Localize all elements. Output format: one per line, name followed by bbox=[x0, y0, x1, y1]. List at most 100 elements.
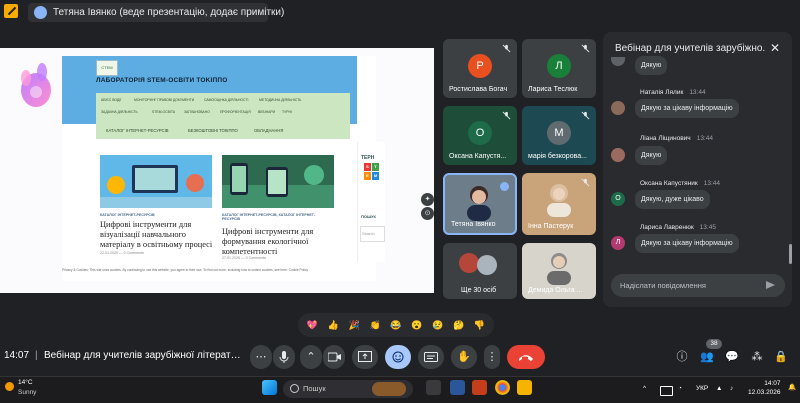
reaction-surprised-icon[interactable]: 😮 bbox=[410, 318, 424, 332]
present-screen-icon bbox=[358, 351, 372, 362]
nav-item[interactable]: АБІЄС ВОДІЇ bbox=[101, 98, 121, 102]
language-indicator[interactable]: УКР bbox=[696, 385, 708, 392]
nav-item[interactable]: БЕЗКОШТОВНІ ТОКІППО bbox=[188, 128, 238, 133]
nav-item[interactable]: МОНІТОРИНГ ПРАВОВІ ДОКУМЕНТИ bbox=[134, 98, 194, 102]
chat-icon[interactable]: 💬 bbox=[725, 350, 739, 364]
participant-tile[interactable]: О Оксана Капустя... bbox=[443, 106, 517, 165]
nav-item[interactable]: ЗАДАЧНА ДІЯЛЬНІСТЬ bbox=[101, 110, 138, 114]
card-meta: 22.01.2026 — 0 Comments bbox=[100, 251, 144, 255]
nav-item[interactable]: ВЕБІНАРИ bbox=[258, 110, 275, 114]
presentation-icon[interactable] bbox=[4, 4, 18, 18]
captions-button[interactable] bbox=[418, 345, 444, 369]
volume-icon[interactable]: ♪ bbox=[730, 385, 733, 392]
microphone-button[interactable] bbox=[273, 345, 295, 369]
chevron-up-icon[interactable]: ⌃ bbox=[300, 345, 322, 369]
reaction-sad-icon[interactable]: 😢 bbox=[431, 318, 445, 332]
taskbar-clock[interactable]: 14:07 12.03.2026 bbox=[748, 379, 781, 397]
reaction-laugh-icon[interactable]: 😂 bbox=[389, 318, 403, 332]
site-logo: СТЕМ bbox=[96, 60, 118, 76]
present-button[interactable] bbox=[352, 345, 378, 369]
more-controls-button[interactable]: ⋯ bbox=[250, 345, 272, 369]
send-icon[interactable] bbox=[766, 281, 775, 289]
nav-item[interactable]: ТУРНІ bbox=[282, 110, 292, 114]
participant-name: Інна Пастерук bbox=[528, 223, 574, 230]
nav-item[interactable]: ПРОФОРІЄНТАЦІЯ bbox=[220, 110, 251, 114]
chat-message-input[interactable]: Надіслати повідомлення bbox=[611, 274, 785, 297]
chat-message: Дякую, дуже цікаво bbox=[635, 190, 710, 209]
notifications-icon[interactable]: 🔔 bbox=[788, 383, 796, 391]
nav-item[interactable]: САМООЦІНКА ДІЯЛЬНОСТІ bbox=[204, 98, 248, 102]
participant-tile[interactable]: Демида Ольга ... bbox=[522, 243, 596, 299]
more-participants-tile[interactable]: Ще 30 осіб bbox=[443, 243, 517, 299]
site-search-input[interactable]: Search bbox=[360, 226, 385, 242]
chat-author-name: Наталія Лялик bbox=[640, 89, 684, 96]
task-view-icon[interactable] bbox=[426, 380, 441, 395]
wifi-signal-icon[interactable]: ▲ bbox=[716, 385, 722, 392]
reaction-thinking-icon[interactable]: 🤔 bbox=[452, 318, 466, 332]
nav-item[interactable]: МЕТОДИЧНА ДІЯЛЬНІСТЬ bbox=[259, 98, 301, 102]
chat-time: 13:44 bbox=[696, 135, 713, 142]
people-icon[interactable]: 👥 bbox=[700, 350, 714, 364]
reaction-thumbs-down-icon[interactable]: 👎 bbox=[472, 318, 486, 332]
weather-temperature[interactable]: 14°C bbox=[18, 379, 33, 386]
windows-start-icon[interactable] bbox=[262, 380, 277, 395]
site-nav: АБІЄС ВОДІЇ МОНІТОРИНГ ПРАВОВІ ДОКУМЕНТИ… bbox=[96, 93, 350, 123]
pin-icon[interactable]: ✦ bbox=[421, 193, 434, 206]
wifi-icon[interactable]: ◔ bbox=[678, 385, 682, 392]
meeting-title[interactable]: Вебінар для учителів зарубіжної літерату… bbox=[44, 350, 244, 361]
site-title: ЛАБОРАТОРІЯ STEM-ОСВІТИ TOKIППО bbox=[96, 77, 228, 84]
close-icon[interactable]: ✕ bbox=[770, 41, 780, 55]
participant-tile[interactable]: Р Ростислава Богач bbox=[443, 39, 517, 98]
chevron-up-icon[interactable]: ^ bbox=[643, 385, 646, 392]
nav-item[interactable]: ЗАПЛАНОВАНО bbox=[184, 110, 210, 114]
chat-scrollbar[interactable] bbox=[789, 244, 792, 264]
reaction-thumbs-up-icon[interactable]: 👍 bbox=[326, 318, 340, 332]
card-title[interactable]: Цифрові інструменти для візуалізації нав… bbox=[100, 220, 216, 250]
reactions-bar: 💖 👍 🎉 👏 😂 😮 😢 🤔 👎 bbox=[298, 313, 494, 337]
end-call-button[interactable] bbox=[507, 345, 545, 369]
file-explorer-icon[interactable] bbox=[517, 380, 532, 395]
more-options-icon[interactable]: ⋮ bbox=[484, 345, 500, 369]
participant-tile-active-speaker[interactable]: Тетяна Івянко bbox=[443, 173, 517, 235]
participant-video bbox=[547, 253, 571, 285]
nav-item[interactable]: STEM-ОСВІТА bbox=[152, 110, 175, 114]
speaking-indicator-icon bbox=[500, 182, 509, 191]
reaction-heart-icon[interactable]: 💖 bbox=[305, 318, 319, 332]
word-icon[interactable] bbox=[450, 380, 465, 395]
nav-item[interactable]: ОБЛАДНАННЯ bbox=[254, 128, 283, 133]
more-options-icon[interactable]: ⊙ bbox=[421, 207, 434, 220]
powerpoint-icon[interactable] bbox=[472, 380, 487, 395]
chat-author: Оксана Капустяник 13:44 bbox=[640, 180, 720, 187]
microphone-icon bbox=[279, 351, 289, 363]
nav-item[interactable]: КАТАЛОГ ІНТЕРНЕТ-РЕСУРСІВ bbox=[106, 128, 169, 133]
camera-button[interactable] bbox=[323, 345, 345, 369]
weather-sun-icon[interactable] bbox=[5, 382, 14, 391]
reaction-clap-icon[interactable]: 👏 bbox=[368, 318, 382, 332]
card-category[interactable]: КАТАЛОГ ІНТЕРНЕТ-РЕСУРСІВ, КАТАЛОГ ІНТЕР… bbox=[222, 213, 322, 222]
activities-icon[interactable]: ⁂ bbox=[750, 350, 764, 364]
meeting-time: 14:07 bbox=[4, 350, 30, 361]
participant-thumb bbox=[477, 255, 497, 275]
chat-avatar bbox=[611, 101, 625, 115]
host-controls-icon[interactable]: 🔒 bbox=[774, 350, 788, 364]
participant-tile[interactable]: Інна Пастерук bbox=[522, 173, 596, 235]
weather-condition[interactable]: Sunny bbox=[18, 389, 36, 396]
card-category[interactable]: КАТАЛОГ ІНТЕРНЕТ-РЕСУРСІВ bbox=[100, 213, 155, 217]
pacifier-logo-icon bbox=[21, 63, 51, 107]
raise-hand-button[interactable]: ✋ bbox=[451, 345, 477, 369]
chrome-icon[interactable] bbox=[495, 380, 510, 395]
presenter-chip[interactable]: Тетяна Івянко (веде презентацію, додає п… bbox=[28, 3, 284, 22]
participant-avatar: М bbox=[547, 120, 571, 145]
participant-tile[interactable]: Л Лариса Теслюк bbox=[522, 39, 596, 98]
participant-tile[interactable]: М марія безкорова... bbox=[522, 106, 596, 165]
emoji-button[interactable] bbox=[385, 345, 411, 369]
participant-name: марія безкорова... bbox=[528, 153, 587, 160]
card-meta: 27.01.2026 — 0 Comments bbox=[222, 256, 266, 260]
emoji-icon bbox=[392, 351, 404, 363]
card-title[interactable]: Цифрові інструменти для формування еколо… bbox=[222, 227, 334, 257]
battery-icon[interactable] bbox=[660, 386, 673, 396]
chat-time: 13:44 bbox=[703, 180, 721, 187]
participant-avatar: О bbox=[468, 120, 492, 145]
info-icon[interactable]: ⓘ bbox=[675, 350, 689, 364]
reaction-party-icon[interactable]: 🎉 bbox=[347, 318, 361, 332]
